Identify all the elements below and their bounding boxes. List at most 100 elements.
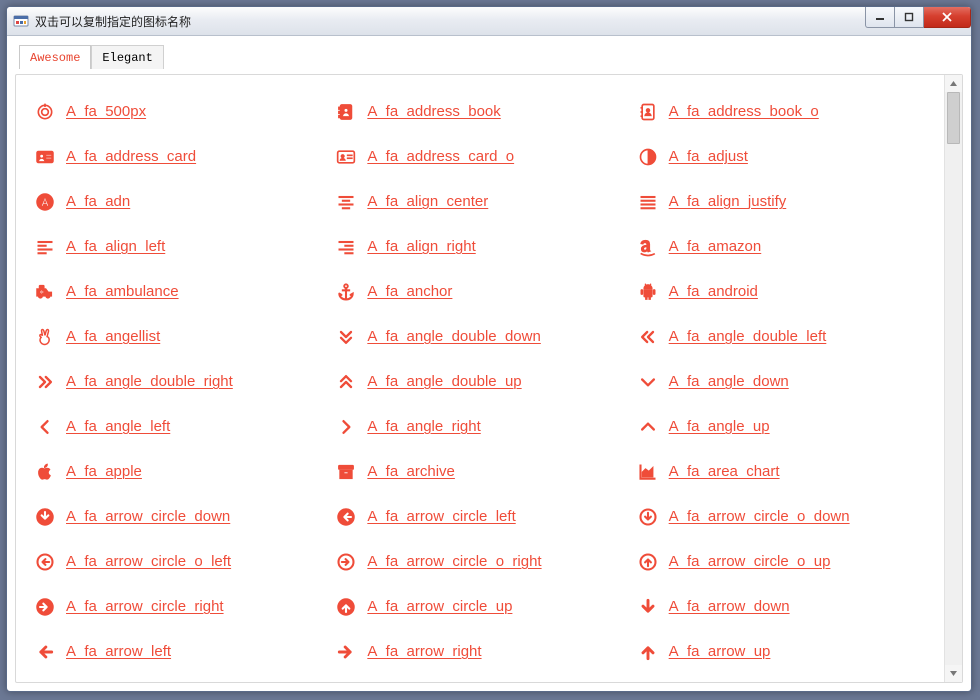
icon-label: A_fa_arrow_circle_up — [367, 598, 512, 615]
scroll-up-arrow-icon[interactable] — [945, 75, 962, 92]
angle-double-left-icon — [637, 326, 659, 348]
icon-label: A_fa_arrow_up — [669, 643, 771, 660]
align-justify-icon — [637, 191, 659, 213]
icon-label: A_fa_arrow_circle_right — [66, 598, 224, 615]
scroll-thumb[interactable] — [947, 92, 960, 144]
titlebar[interactable]: 双击可以复制指定的图标名称 — [7, 7, 971, 36]
icon-item-angle-double-left[interactable]: A_fa_angle_double_left — [637, 314, 934, 359]
icon-label: A_fa_arrow_right — [367, 643, 481, 660]
angle-left-icon — [34, 416, 56, 438]
500px-icon — [34, 101, 56, 123]
icon-item-arrow-left[interactable]: A_fa_arrow_left — [34, 629, 331, 674]
icon-item-angle-double-down[interactable]: A_fa_angle_double_down — [335, 314, 632, 359]
icon-label: A_fa_adn — [66, 193, 130, 210]
icon-item-archive[interactable]: A_fa_archive — [335, 449, 632, 494]
icon-label: A_fa_angle_down — [669, 373, 789, 390]
icon-item-angle-double-up[interactable]: A_fa_angle_double_up — [335, 359, 632, 404]
tab-elegant[interactable]: Elegant — [91, 45, 163, 69]
icon-item-arrow-circle-o-left[interactable]: A_fa_arrow_circle_o_left — [34, 539, 331, 584]
icon-label: A_fa_archive — [367, 463, 455, 480]
align-center-icon — [335, 191, 357, 213]
icon-label: A_fa_align_justify — [669, 193, 787, 210]
icon-item-adjust[interactable]: A_fa_adjust — [637, 134, 934, 179]
minimize-button[interactable] — [865, 7, 895, 28]
android-icon — [637, 281, 659, 303]
scroll-down-arrow-icon[interactable] — [945, 665, 962, 682]
icon-item-align-right[interactable]: A_fa_align_right — [335, 224, 632, 269]
icon-item-anchor[interactable]: A_fa_anchor — [335, 269, 632, 314]
icon-label: A_fa_angellist — [66, 328, 160, 345]
icon-item-arrow-right[interactable]: A_fa_arrow_right — [335, 629, 632, 674]
icon-item-area-chart[interactable]: A_fa_area_chart — [637, 449, 934, 494]
arrow-up-icon — [637, 641, 659, 663]
icon-item-angellist[interactable]: A_fa_angellist — [34, 314, 331, 359]
tab-awesome[interactable]: Awesome — [19, 45, 91, 69]
icon-item-angle-right[interactable]: A_fa_angle_right — [335, 404, 632, 449]
arrow-circle-o-left-icon — [34, 551, 56, 573]
icon-item-align-center[interactable]: A_fa_align_center — [335, 179, 632, 224]
icon-item-arrow-circle-o-down[interactable]: A_fa_arrow_circle_o_down — [637, 494, 934, 539]
icon-label: A_fa_angle_double_up — [367, 373, 521, 390]
icon-item-address-book[interactable]: A_fa_address_book — [335, 89, 632, 134]
window-title: 双击可以复制指定的图标名称 — [35, 13, 191, 30]
align-left-icon — [34, 236, 56, 258]
icon-item-arrow-up[interactable]: A_fa_arrow_up — [637, 629, 934, 674]
icon-label: A_fa_angle_up — [669, 418, 770, 435]
icon-label: A_fa_arrow_down — [669, 598, 790, 615]
icon-item-angle-up[interactable]: A_fa_angle_up — [637, 404, 934, 449]
icon-label: A_fa_align_left — [66, 238, 165, 255]
adjust-icon — [637, 146, 659, 168]
icon-item-arrow-circle-right[interactable]: A_fa_arrow_circle_right — [34, 584, 331, 629]
anchor-icon — [335, 281, 357, 303]
icon-item-500px[interactable]: A_fa_500px — [34, 89, 331, 134]
client-area: Awesome Elegant A_fa_500pxA_fa_address_b… — [7, 36, 971, 691]
icon-label: A_fa_arrow_circle_left — [367, 508, 515, 525]
icon-label: A_fa_arrow_circle_o_up — [669, 553, 831, 570]
icon-label: A_fa_android — [669, 283, 758, 300]
tab-strip: Awesome Elegant — [15, 42, 963, 68]
icon-item-arrow-circle-up[interactable]: A_fa_arrow_circle_up — [335, 584, 632, 629]
address-card-icon — [34, 146, 56, 168]
icon-label: A_fa_ambulance — [66, 283, 179, 300]
icon-item-arrow-circle-o-right[interactable]: A_fa_arrow_circle_o_right — [335, 539, 632, 584]
icon-item-angle-left[interactable]: A_fa_angle_left — [34, 404, 331, 449]
address-book-icon — [335, 101, 357, 123]
icon-item-angle-down[interactable]: A_fa_angle_down — [637, 359, 934, 404]
icon-item-align-left[interactable]: A_fa_align_left — [34, 224, 331, 269]
icon-item-apple[interactable]: A_fa_apple — [34, 449, 331, 494]
icon-label: A_fa_angle_right — [367, 418, 480, 435]
icon-label: A_fa_align_right — [367, 238, 475, 255]
maximize-button[interactable] — [895, 7, 924, 28]
arrow-down-icon — [637, 596, 659, 618]
icon-item-arrow-circle-o-up[interactable]: A_fa_arrow_circle_o_up — [637, 539, 934, 584]
angle-right-icon — [335, 416, 357, 438]
icon-item-address-card-o[interactable]: A_fa_address_card_o — [335, 134, 632, 179]
angle-double-up-icon — [335, 371, 357, 393]
vertical-scrollbar[interactable] — [944, 75, 962, 682]
app-window: 双击可以复制指定的图标名称 Awesome Elegant A_fa_500px… — [6, 6, 972, 692]
icon-label: A_fa_arrow_left — [66, 643, 171, 660]
icon-grid-panel: A_fa_500pxA_fa_address_bookA_fa_address_… — [15, 74, 963, 683]
icon-item-address-card[interactable]: A_fa_address_card — [34, 134, 331, 179]
app-icon — [13, 13, 29, 29]
icon-item-adn[interactable]: A_fa_adn — [34, 179, 331, 224]
scroll-track[interactable] — [945, 92, 962, 665]
icon-item-amazon[interactable]: A_fa_amazon — [637, 224, 934, 269]
icon-label: A_fa_angle_double_down — [367, 328, 541, 345]
ambulance-icon — [34, 281, 56, 303]
icon-item-ambulance[interactable]: A_fa_ambulance — [34, 269, 331, 314]
icon-item-arrow-circle-down[interactable]: A_fa_arrow_circle_down — [34, 494, 331, 539]
close-button[interactable] — [924, 7, 971, 28]
arrow-left-icon — [34, 641, 56, 663]
icon-item-arrow-circle-left[interactable]: A_fa_arrow_circle_left — [335, 494, 632, 539]
icon-item-angle-double-right[interactable]: A_fa_angle_double_right — [34, 359, 331, 404]
icon-item-address-book-o[interactable]: A_fa_address_book_o — [637, 89, 934, 134]
amazon-icon — [637, 236, 659, 258]
icon-label: A_fa_apple — [66, 463, 142, 480]
address-card-o-icon — [335, 146, 357, 168]
adn-icon — [34, 191, 56, 213]
icon-item-android[interactable]: A_fa_android — [637, 269, 934, 314]
icon-item-arrow-down[interactable]: A_fa_arrow_down — [637, 584, 934, 629]
icon-item-align-justify[interactable]: A_fa_align_justify — [637, 179, 934, 224]
icon-label: A_fa_address_card — [66, 148, 196, 165]
